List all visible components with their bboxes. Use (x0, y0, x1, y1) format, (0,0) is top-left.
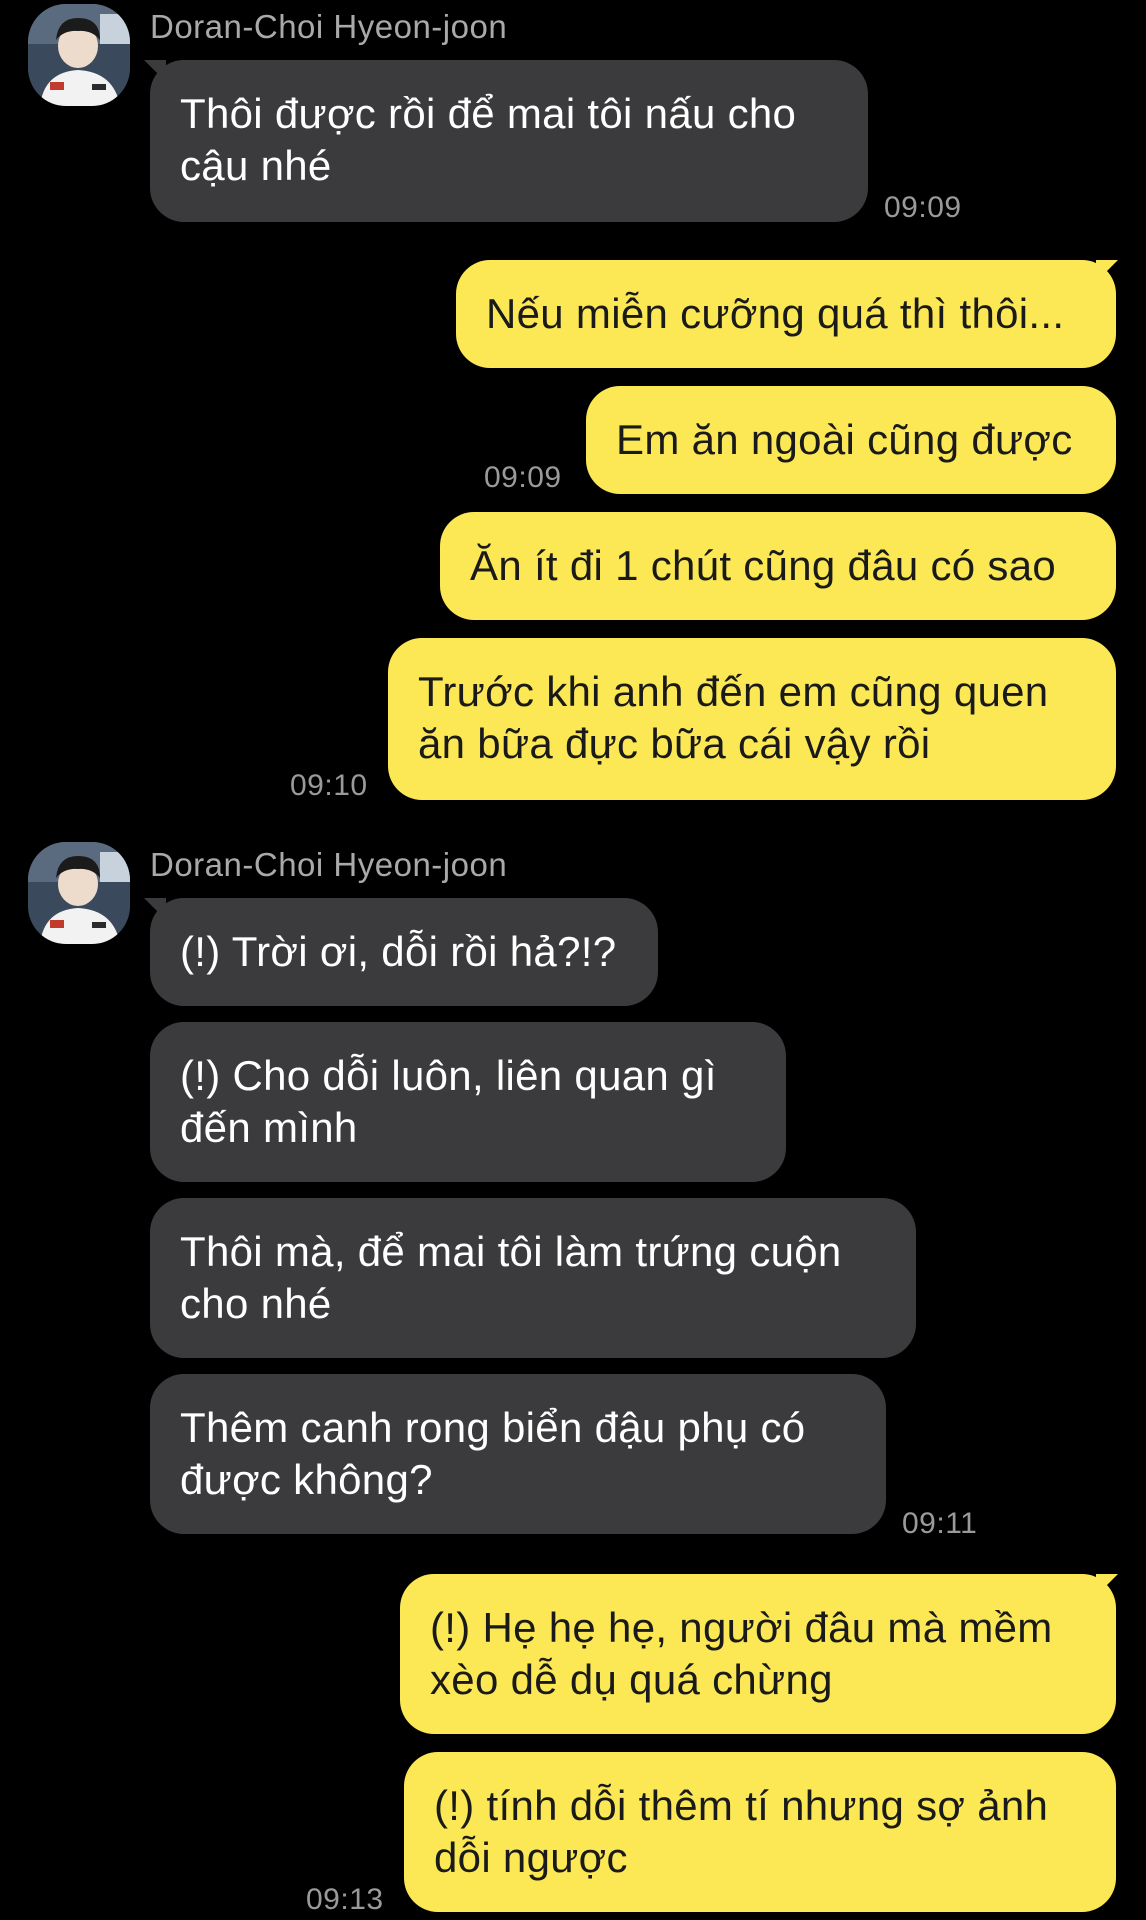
sender-name: Doran-Choi Hyeon-joon (150, 8, 508, 45)
message-bubble-incoming[interactable]: (!) Trời ơi, dỗi rồi hả?!? (150, 898, 658, 1006)
message-bubble-incoming[interactable]: Thôi được rồi để mai tôi nấu cho cậu nhé (150, 60, 868, 222)
message-bubble-outgoing[interactable]: Nếu miễn cưỡng quá thì thôi... (456, 260, 1116, 368)
message-timestamp: 09:13 (306, 1883, 384, 1916)
message-timestamp: 09:10 (290, 769, 368, 802)
message-bubble-outgoing[interactable]: Trước khi anh đến em cũng quen ăn bữa đự… (388, 638, 1116, 800)
message-bubble-outgoing[interactable]: (!) Hẹ hẹ hẹ, người đâu mà mềm xèo dễ dụ… (400, 1574, 1116, 1734)
message-timestamp: 09:11 (902, 1507, 978, 1540)
avatar[interactable] (28, 4, 130, 106)
message-bubble-outgoing[interactable]: (!) tính dỗi thêm tí nhưng sợ ảnh dỗi ng… (404, 1752, 1116, 1912)
message-bubble-incoming[interactable]: Thêm canh rong biển đậu phụ có được khôn… (150, 1374, 886, 1534)
message-timestamp: 09:09 (484, 461, 562, 494)
avatar-photo-icon (28, 4, 130, 106)
message-bubble-incoming[interactable]: Thôi mà, để mai tôi làm trứng cuộn cho n… (150, 1198, 916, 1358)
avatar-photo-icon (28, 842, 130, 944)
avatar[interactable] (28, 842, 130, 944)
message-bubble-outgoing[interactable]: Ăn ít đi 1 chút cũng đâu có sao (440, 512, 1116, 620)
message-bubble-incoming[interactable]: (!) Cho dỗi luôn, liên quan gì đến mình (150, 1022, 786, 1182)
sender-name: Doran-Choi Hyeon-joon (150, 846, 508, 883)
message-timestamp: 09:09 (884, 191, 962, 224)
message-bubble-outgoing[interactable]: Em ăn ngoài cũng được (586, 386, 1116, 494)
